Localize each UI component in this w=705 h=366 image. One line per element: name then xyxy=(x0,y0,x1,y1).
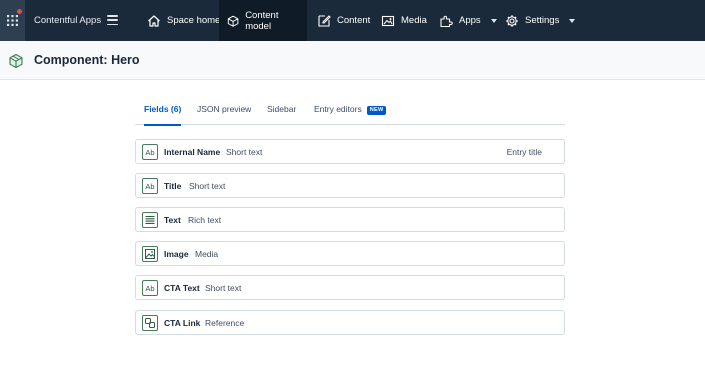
nav-label: Media xyxy=(401,15,427,26)
field-row-internal-name[interactable]: Ab Internal Name Short text Entry title xyxy=(135,139,565,164)
tab-sidebar[interactable]: Sidebar xyxy=(267,97,296,125)
new-badge: NEW xyxy=(366,106,387,115)
nav-space-home[interactable]: Space home xyxy=(139,0,228,41)
space-menu-button[interactable] xyxy=(0,0,25,41)
nav-content-model[interactable]: Content model xyxy=(219,0,307,41)
image-icon xyxy=(142,246,158,262)
field-name: CTA Link xyxy=(164,318,201,328)
hamburger-menu-icon[interactable] xyxy=(107,15,118,25)
edit-icon xyxy=(318,14,331,27)
page-header: Component: Hero xyxy=(0,41,705,80)
nav-label: Apps xyxy=(459,15,481,26)
puzzle-icon xyxy=(440,15,453,27)
nav-label: Content model xyxy=(245,9,279,32)
short-text-icon: Ab xyxy=(142,178,158,194)
chevron-down-icon xyxy=(490,18,497,23)
chevron-down-icon xyxy=(569,18,576,23)
field-type: Media xyxy=(195,249,219,259)
reference-icon xyxy=(142,315,158,331)
field-type: Short text xyxy=(226,147,263,157)
nav-media[interactable]: Media xyxy=(373,0,435,41)
content-type-tabs: Fields (6) JSON preview Sidebar Entry ed… xyxy=(135,97,565,126)
field-name: Text xyxy=(164,215,181,225)
entry-title-label: Entry title xyxy=(506,147,542,157)
field-type: Short text xyxy=(189,181,226,191)
tab-json-preview[interactable]: JSON preview xyxy=(197,97,251,125)
gear-icon xyxy=(506,14,518,27)
top-navigation: Contentful Apps Space home Content model… xyxy=(0,0,705,41)
field-type: Reference xyxy=(205,318,245,328)
tab-entry-editors[interactable]: Entry editors NEW xyxy=(314,97,387,125)
page-title: Component: Hero xyxy=(34,53,140,67)
field-row-title[interactable]: Ab Title Short text xyxy=(135,173,565,198)
app-title[interactable]: Contentful Apps xyxy=(34,0,101,41)
notification-dot xyxy=(17,9,22,14)
rich-text-icon xyxy=(142,212,158,228)
media-icon xyxy=(381,15,395,26)
nav-apps[interactable]: Apps xyxy=(431,0,505,41)
field-row-image[interactable]: Image Media xyxy=(135,241,565,266)
home-icon xyxy=(148,14,160,27)
short-text-icon: Ab xyxy=(142,280,158,296)
field-name: Image xyxy=(164,249,189,259)
content-type-icon xyxy=(9,53,23,69)
grid-icon xyxy=(7,15,18,26)
field-name: Title xyxy=(164,181,182,191)
field-row-text[interactable]: Text Rich text xyxy=(135,207,565,232)
nav-label: Content xyxy=(337,15,371,26)
nav-label: Space home xyxy=(167,15,221,26)
field-type: Short text xyxy=(205,283,242,293)
nav-label: Settings xyxy=(525,15,560,26)
field-row-cta-link[interactable]: CTA Link Reference xyxy=(135,310,565,335)
short-text-icon: Ab xyxy=(142,144,158,160)
field-name: Internal Name xyxy=(164,147,221,157)
nav-content[interactable]: Content xyxy=(309,0,378,41)
tab-fields[interactable]: Fields (6) xyxy=(144,97,182,126)
field-type: Rich text xyxy=(188,215,222,225)
nav-settings[interactable]: Settings xyxy=(497,0,583,41)
cube-icon xyxy=(227,15,239,27)
field-name: CTA Text xyxy=(164,283,200,293)
field-row-cta-text[interactable]: Ab CTA Text Short text xyxy=(135,275,565,300)
